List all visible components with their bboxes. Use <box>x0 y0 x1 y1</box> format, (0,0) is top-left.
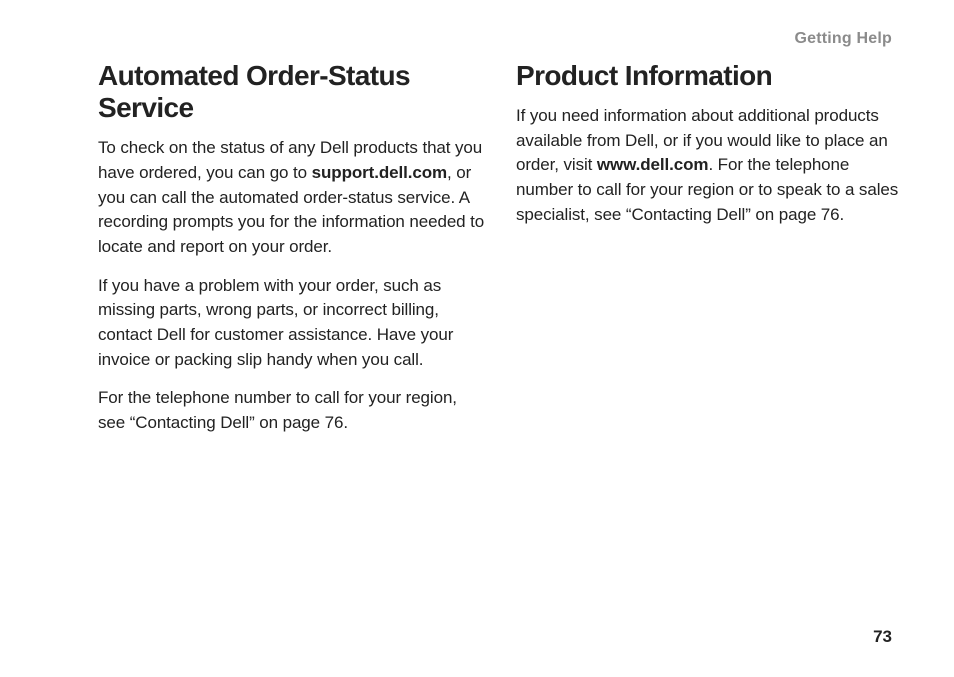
link-www-dell: www.dell.com <box>597 155 709 174</box>
para-telephone-region: For the telephone number to call for you… <box>98 386 486 435</box>
header-section: Getting Help <box>794 30 892 48</box>
link-support-dell: support.dell.com <box>312 163 447 182</box>
page-number: 73 <box>873 627 892 647</box>
heading-automated-order-status: Automated Order-Status Service <box>98 60 486 124</box>
para-product-info: If you need information about additional… <box>516 104 904 227</box>
section-label: Getting Help <box>794 30 892 47</box>
right-column: Product Information If you need informat… <box>516 60 904 449</box>
heading-product-information: Product Information <box>516 60 904 92</box>
content-columns: Automated Order-Status Service To check … <box>0 0 954 449</box>
para-order-status-check: To check on the status of any Dell produ… <box>98 136 486 259</box>
left-column: Automated Order-Status Service To check … <box>98 60 486 449</box>
para-order-problem: If you have a problem with your order, s… <box>98 274 486 373</box>
